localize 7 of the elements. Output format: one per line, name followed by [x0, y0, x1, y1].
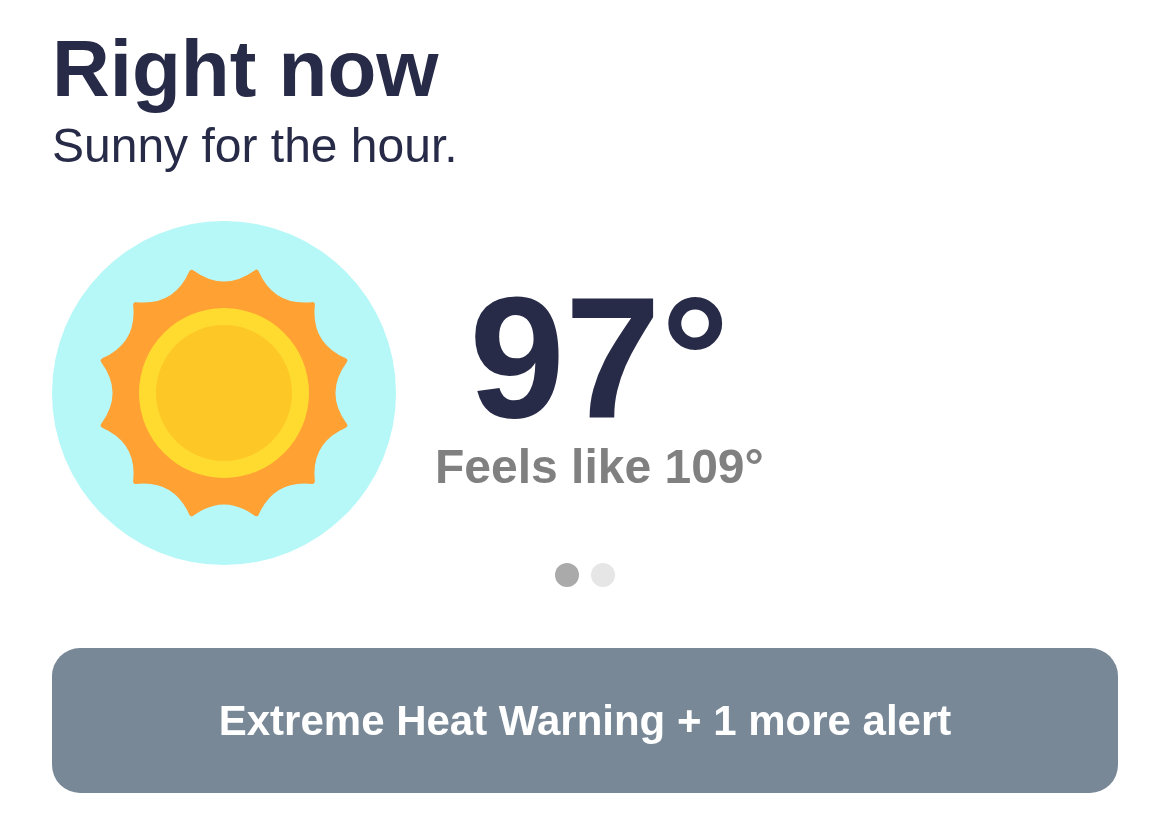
sun-icon: [52, 221, 396, 565]
temperature: 97°: [469, 271, 730, 443]
page-dot[interactable]: [591, 563, 615, 587]
feels-like-temperature: Feels like 109°: [435, 443, 764, 491]
page-dot[interactable]: [555, 563, 579, 587]
weather-summary: Sunny for the hour.: [52, 122, 458, 170]
alert-button[interactable]: Extreme Heat Warning + 1 more alert: [52, 648, 1118, 793]
